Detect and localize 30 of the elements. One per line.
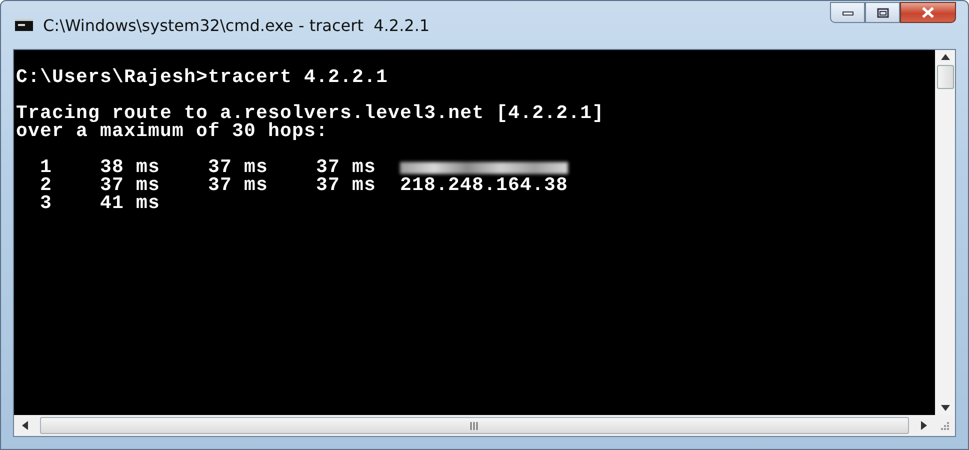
host-address: 218.248.164.38 — [400, 176, 568, 194]
maximize-icon — [876, 8, 888, 18]
round-trip-time: 37 ms — [206, 176, 268, 194]
window-title: C:\Windows\system32\cmd.exe - tracert 4.2.2.1 — [43, 16, 430, 34]
resize-grip-icon — [940, 420, 950, 430]
console-icon — [15, 19, 33, 31]
round-trip-time: 37 ms — [98, 176, 160, 194]
round-trip-time: 37 ms — [314, 176, 376, 194]
output-line: over a maximum of 30 hops: — [16, 122, 330, 140]
scroll-left-icon — [22, 421, 28, 430]
scroll-thumb[interactable] — [936, 65, 954, 89]
close-button[interactable] — [900, 2, 956, 23]
close-icon — [921, 7, 935, 18]
output-line: Tracing route to a.resolvers.level3.net [4.2.2.1] — [16, 104, 606, 122]
scroll-down-icon — [940, 405, 950, 411]
minimize-button[interactable] — [830, 2, 865, 23]
round-trip-time: 37 ms — [314, 158, 376, 176]
maximize-button[interactable] — [865, 2, 900, 23]
hop-number: 3 — [38, 194, 52, 212]
round-trip-time: 37 ms — [206, 158, 268, 176]
round-trip-time: 38 ms — [98, 158, 160, 176]
command-line: C:\Users\Rajesh>tracert 4.2.2.1 — [16, 68, 390, 86]
hop-number: 2 — [38, 176, 52, 194]
scroll-right-icon — [921, 421, 927, 430]
grip-icon — [470, 422, 480, 430]
round-trip-time: 41 ms — [98, 194, 160, 212]
minimize-icon — [842, 10, 854, 16]
hop-number: 1 — [38, 158, 52, 176]
scroll-thumb[interactable] — [40, 417, 909, 434]
scroll-up-icon — [940, 54, 950, 60]
